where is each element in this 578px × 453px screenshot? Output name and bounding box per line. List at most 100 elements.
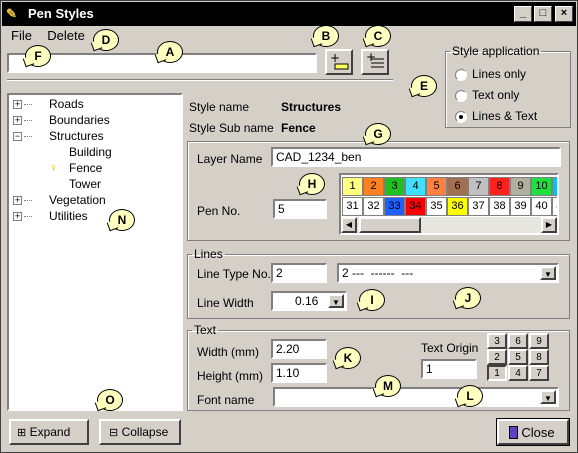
pen-cell[interactable]: 40 (531, 197, 552, 216)
pen-cell[interactable]: 5 (426, 177, 447, 196)
bulb-icon: ♀ (49, 161, 58, 175)
line-pattern-dropdown[interactable]: 2 --- ------ --- ▼ (337, 263, 559, 283)
chevron-down-icon[interactable]: ▼ (540, 266, 556, 280)
radio-indicator[interactable] (455, 111, 467, 123)
close-button[interactable]: Close (496, 418, 570, 446)
tree-item[interactable]: Fence (69, 161, 102, 175)
tree-expander[interactable]: + (13, 100, 22, 109)
style-application-legend: Style application (452, 44, 540, 58)
callout-l: L (457, 385, 483, 407)
scroll-left-button[interactable]: ◀ (341, 217, 357, 233)
text-origin-key[interactable]: 2 (487, 349, 507, 365)
add-style-button[interactable]: + (325, 49, 353, 75)
pen-styles-window: ✎ Pen Styles _ □ × File Delete + + Style… (0, 0, 578, 453)
text-height-input[interactable]: 1.10 (271, 363, 327, 383)
text-origin-key[interactable]: 8 (529, 349, 549, 365)
pen-cell[interactable]: 7 (468, 177, 489, 196)
pen-cell[interactable]: 3 (384, 177, 405, 196)
text-width-label: Width (mm) (197, 345, 259, 359)
pen-cell[interactable]: 11 (552, 177, 557, 196)
tree-item[interactable]: Roads (49, 97, 84, 111)
style-application-radio[interactable]: Lines & Text (455, 109, 567, 127)
close-window-button[interactable]: × (555, 6, 573, 22)
tree-item[interactable]: Boundaries (49, 113, 110, 127)
tree-item[interactable]: Vegetation (49, 193, 106, 207)
text-origin-key[interactable]: 7 (529, 365, 549, 381)
text-legend: Text (194, 323, 217, 337)
pen-cell[interactable]: 34 (405, 197, 426, 216)
text-origin-input[interactable]: 1 (421, 359, 477, 379)
pen-cell[interactable]: 33 (384, 197, 405, 216)
tree-item[interactable]: Building (69, 145, 112, 159)
text-width-input[interactable]: 2.20 (271, 339, 327, 359)
minimize-button[interactable]: _ (514, 6, 532, 22)
chevron-down-icon[interactable]: ▼ (328, 294, 344, 308)
pen-cell[interactable]: 4 (405, 177, 426, 196)
pen-grid-scrollbar[interactable]: ◀ ▶ (341, 217, 557, 233)
callout-j: J (455, 287, 481, 309)
font-name-dropdown[interactable]: ▼ (273, 387, 559, 407)
menu-file[interactable]: File (11, 28, 32, 43)
pen-cell[interactable]: 31 (342, 197, 363, 216)
text-origin-key[interactable]: 3 (487, 333, 507, 349)
tree-expander[interactable]: + (13, 196, 22, 205)
collapse-button[interactable]: ⊟ Collapse (99, 419, 181, 445)
pen-cell[interactable]: 32 (363, 197, 384, 216)
pen-no-input[interactable]: 5 (273, 199, 327, 219)
pen-color-grid[interactable]: 12345678910113132333435363738394041 ◀ ▶ (339, 173, 559, 235)
pen-cell[interactable]: 38 (489, 197, 510, 216)
text-origin-key[interactable]: 6 (508, 333, 528, 349)
style-application-radio[interactable]: Lines only (455, 67, 567, 85)
radio-indicator[interactable] (455, 69, 467, 81)
line-type-input[interactable]: 2 (271, 263, 327, 283)
line-width-value: 0.16 (295, 294, 319, 308)
pen-cell[interactable]: 35 (426, 197, 447, 216)
pen-cell[interactable]: 1 (342, 177, 363, 196)
tree-expander[interactable]: − (13, 132, 22, 141)
text-origin-key[interactable]: 5 (508, 349, 528, 365)
text-origin-key[interactable]: 4 (508, 365, 528, 381)
text-origin-key[interactable]: 1 (487, 365, 507, 381)
radio-label: Text only (472, 88, 520, 102)
close-label: Close (521, 425, 555, 440)
scroll-thumb[interactable] (359, 217, 421, 233)
collapse-label: Collapse (121, 425, 169, 439)
radio-indicator[interactable] (455, 90, 467, 102)
pen-cell[interactable]: 39 (510, 197, 531, 216)
callout-n: N (109, 209, 135, 231)
style-name-label: Style name (189, 100, 250, 114)
pen-cell[interactable]: 36 (447, 197, 468, 216)
pen-cell[interactable]: 10 (531, 177, 552, 196)
layer-name-input[interactable]: CAD_1234_ben (271, 147, 561, 167)
tree-item[interactable]: Structures (49, 129, 104, 143)
radio-selected-dot (459, 115, 463, 119)
style-sub-name-value: Fence (281, 121, 316, 135)
pen-cell[interactable]: 6 (447, 177, 468, 196)
text-origin-key[interactable]: 9 (529, 333, 549, 349)
pen-cell[interactable]: 37 (468, 197, 489, 216)
tree-item[interactable]: Utilities (49, 209, 88, 223)
line-width-dropdown[interactable]: 0.16 ▼ (271, 291, 347, 311)
scroll-right-button[interactable]: ▶ (541, 217, 557, 233)
text-origin-value: 1 (426, 362, 433, 376)
pen-cell[interactable]: 2 (363, 177, 384, 196)
tree-expander[interactable]: + (13, 212, 22, 221)
add-sub-style-button[interactable]: + (361, 49, 389, 75)
menu-delete[interactable]: Delete (47, 28, 85, 43)
tree-expander[interactable]: + (13, 116, 22, 125)
menu-bar: File Delete (11, 28, 97, 46)
tree-line (24, 216, 32, 217)
maximize-button[interactable]: □ (534, 6, 552, 22)
pen-cell[interactable]: 9 (510, 177, 531, 196)
chevron-down-icon[interactable]: ▼ (540, 390, 556, 404)
style-application-radio[interactable]: Text only (455, 88, 567, 106)
callout-e: E (411, 75, 437, 97)
expand-button[interactable]: ⊞ Expand (9, 419, 89, 445)
line-width-label: Line Width (197, 296, 254, 310)
pen-cell[interactable]: 41 (552, 197, 557, 216)
style-name-value: Structures (281, 100, 342, 114)
pen-cell[interactable]: 8 (489, 177, 510, 196)
callout-i: I (359, 289, 385, 311)
add-sub-style-icon: + (366, 50, 384, 68)
tree-item[interactable]: Tower (69, 177, 101, 191)
